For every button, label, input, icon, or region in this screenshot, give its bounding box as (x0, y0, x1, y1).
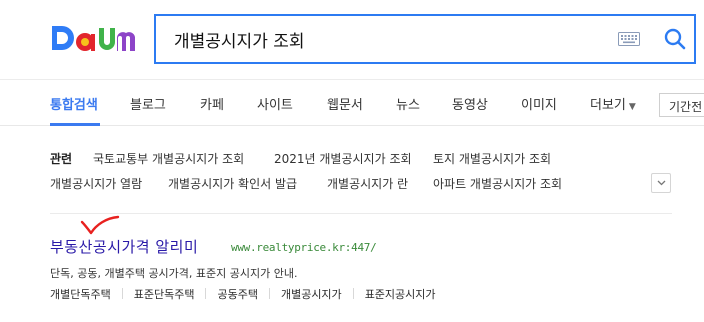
chevron-down-icon (657, 180, 666, 186)
related-item[interactable]: 개별공시지가 란 (327, 175, 408, 192)
search-box (154, 14, 696, 64)
related-item[interactable]: 개별공시지가 열람 (50, 175, 142, 192)
header (0, 0, 704, 80)
active-tab-indicator (50, 123, 100, 126)
result-sublinks: 개별단독주택 표준단독주택 공동주택 개별공시지가 표준지공시지가 (50, 286, 436, 302)
tab-news[interactable]: 뉴스 (396, 94, 420, 113)
sublink[interactable]: 개별공시지가 (281, 288, 342, 301)
related-item[interactable]: 개별공시지가 확인서 발급 (168, 175, 297, 192)
tab-web-docs[interactable]: 웹문서 (327, 94, 363, 113)
related-label: 관련 (50, 152, 73, 166)
red-check-annotation (80, 215, 120, 235)
related-item[interactable]: 토지 개별공시지가 조회 (433, 150, 551, 167)
chevron-down-icon: ▼ (628, 102, 636, 112)
tab-images[interactable]: 이미지 (521, 94, 557, 113)
daum-logo[interactable] (50, 20, 136, 56)
tab-cafe[interactable]: 카페 (200, 94, 224, 113)
sublink[interactable]: 표준단독주택 (134, 288, 195, 301)
related-item[interactable]: 아파트 개별공시지가 조회 (433, 175, 562, 192)
tab-blog[interactable]: 블로그 (130, 94, 166, 113)
more-menu[interactable]: 더보기 ▼ (590, 94, 636, 113)
related-expand-button[interactable] (651, 173, 671, 193)
sublink[interactable]: 공동주택 (217, 288, 257, 301)
result-url-link[interactable]: www.realtyprice.kr:447/ (231, 241, 377, 254)
more-label: 더보기 (590, 98, 626, 113)
separator (268, 288, 270, 299)
related-item[interactable]: 2021년 개별공시지가 조회 (274, 150, 412, 167)
tab-site[interactable]: 사이트 (257, 94, 293, 113)
separator (121, 288, 123, 299)
tab-all[interactable]: 통합검색 (50, 94, 98, 113)
search-icon[interactable] (664, 28, 686, 50)
tab-video[interactable]: 동영상 (452, 94, 488, 113)
separator (352, 288, 354, 299)
divider (50, 213, 672, 214)
related-item[interactable]: 국토교통부 개별공시지가 조회 (93, 150, 244, 167)
result-description: 단독, 공동, 개별주택 공시가격, 표준지 공시지가 안내. (50, 267, 298, 280)
related-searches: 관련 국토교통부 개별공시지가 조회 2021년 개별공시지가 조회 토지 개별… (50, 150, 672, 200)
separator (205, 288, 207, 299)
keyboard-icon[interactable] (618, 32, 640, 46)
sublink[interactable]: 개별단독주택 (50, 288, 111, 301)
search-input[interactable] (174, 26, 604, 52)
result-title-link[interactable]: 부동산공시가격 알리미 (50, 236, 198, 257)
search-tabs: 통합검색 블로그 카페 사이트 웹문서 뉴스 동영상 이미지 더보기 ▼ (0, 80, 704, 126)
period-filter[interactable]: 기간전 (659, 93, 704, 117)
sublink[interactable]: 표준지공시지가 (365, 288, 436, 301)
period-label: 기간전 (669, 100, 703, 114)
